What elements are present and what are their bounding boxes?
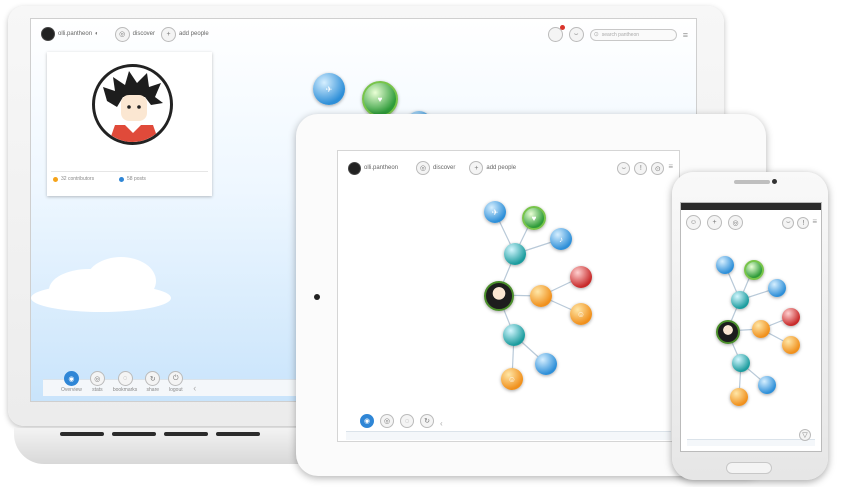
phone-camera	[772, 179, 777, 184]
bubble-node[interactable]: ☺	[570, 303, 592, 325]
bubble-node[interactable]	[768, 279, 786, 297]
add-people-icon: +	[161, 26, 176, 42]
nav-stats-label: stats	[92, 387, 103, 393]
phone-home-button[interactable]	[726, 462, 772, 474]
laptop-topbar-right: ⌣ ⊙ search pantheon ≡	[547, 25, 688, 42]
home-icon: ◉	[63, 371, 79, 386]
bubble-node[interactable]: ♪	[550, 228, 572, 250]
user-avatar-icon	[41, 27, 55, 41]
home-icon[interactable]: ◉	[360, 414, 374, 428]
laptop-foot	[164, 432, 208, 436]
profile-card: 32 contributors 58 posts	[47, 52, 212, 196]
discover-icon: ◎	[114, 26, 130, 42]
bookmark-icon: ◌	[117, 371, 133, 386]
stats-icon: ◎	[89, 371, 105, 386]
share-icon: ↻	[145, 371, 161, 386]
chevron-down-icon: ◐	[95, 31, 99, 37]
nav-bookmarks[interactable]: ◌ bookmarks	[113, 371, 137, 393]
bottom-bar-bg	[687, 439, 815, 446]
stat-contributors-label: 32 contributors	[61, 176, 95, 182]
username-label: olli.pantheon	[58, 31, 93, 37]
nav-share-label: share	[146, 387, 160, 393]
user-center-node[interactable]	[484, 281, 514, 311]
bubble-node[interactable]	[752, 320, 770, 338]
bubble-node[interactable]: ☺	[501, 368, 523, 390]
profile-avatar	[92, 64, 173, 145]
menu-icon[interactable]: ≡	[683, 30, 688, 40]
nav-bookmarks-label: bookmarks	[112, 387, 138, 393]
bookmark-icon[interactable]: ◌	[400, 414, 414, 428]
filter-icon[interactable]: ▽	[799, 429, 811, 441]
bubble-node[interactable]	[782, 336, 800, 354]
stat-posts: 58 posts	[119, 176, 146, 182]
cloud	[31, 284, 171, 312]
bubble-node[interactable]	[732, 354, 750, 372]
bubble-node[interactable]	[503, 324, 525, 346]
laptop-foot	[112, 432, 156, 436]
bubble-node[interactable]	[530, 285, 552, 307]
search-box[interactable]: ⊙ search pantheon	[589, 28, 677, 41]
phone-speaker	[734, 180, 770, 184]
share-icon[interactable]: ↻	[420, 414, 434, 428]
bubble-node[interactable]: ✈	[484, 201, 506, 223]
add-people-label: add people	[179, 31, 209, 37]
discover-button[interactable]: ◎ discover	[114, 26, 155, 42]
tablet-camera	[314, 294, 320, 300]
notification-icon[interactable]	[547, 25, 565, 42]
back-arrow-icon[interactable]: ‹	[440, 419, 443, 428]
back-arrow-icon[interactable]: ‹	[193, 383, 196, 393]
blue-dot-icon	[119, 176, 124, 182]
user-menu[interactable]: olli.pantheon ◐	[41, 27, 99, 41]
nav-overview[interactable]: ◉ Overview	[61, 371, 82, 393]
tablet-bottom-nav: ◉ ◎ ◌ ↻ ‹	[360, 414, 443, 428]
search-icon: ⊙	[593, 32, 599, 38]
bubble-graph-links	[724, 264, 792, 398]
notification-badge	[559, 25, 565, 30]
bubble-node[interactable]	[504, 243, 526, 265]
stat-contributors: 32 contributors	[53, 176, 94, 182]
nav-logout-label: logout	[168, 387, 183, 393]
card-divider	[51, 171, 208, 172]
bubble-node[interactable]	[535, 353, 557, 375]
bubble-node[interactable]: ♥	[362, 81, 398, 117]
bubble-node[interactable]: ♥	[522, 206, 546, 230]
user-center-node[interactable]	[716, 320, 740, 344]
bubble-node[interactable]	[716, 256, 734, 274]
bubble-node[interactable]	[744, 260, 764, 280]
bubble-node[interactable]	[758, 376, 776, 394]
orange-dot-icon	[53, 176, 58, 182]
nav-share[interactable]: ↻ share	[145, 371, 161, 393]
power-icon: ⏻	[168, 371, 184, 386]
bubble-node[interactable]	[782, 308, 800, 326]
stats-icon[interactable]: ◎	[380, 414, 394, 428]
bubble-node[interactable]	[730, 388, 748, 406]
phone-screen: ☺ + ◎ ⌣ ! ≡ ▽	[680, 202, 822, 452]
discover-label: discover	[132, 31, 155, 37]
laptop-bottom-nav: ◉ Overview ◎ stats ◌ bookmarks ↻ share ⏻…	[61, 371, 196, 393]
bubble-node[interactable]: ✈	[313, 73, 345, 105]
bottom-bar-bg	[346, 431, 671, 440]
nav-stats[interactable]: ◎ stats	[89, 371, 105, 393]
avatar-illustration-icon	[103, 71, 163, 142]
nav-logout[interactable]: ⏻ logout	[168, 371, 184, 393]
tablet-screen: olli.pantheon ◎ discover + add people ⌣ …	[337, 150, 680, 442]
bubble-node[interactable]	[731, 291, 749, 309]
laptop-foot	[60, 432, 104, 436]
laptop-foot	[216, 432, 260, 436]
stat-posts-label: 58 posts	[127, 176, 146, 182]
nav-overview-label: Overview	[61, 387, 82, 393]
add-people-button[interactable]: + add people	[161, 26, 209, 42]
bubble-node[interactable]	[570, 266, 592, 288]
search-placeholder: search pantheon	[601, 31, 640, 38]
chat-icon[interactable]: ⌣	[568, 27, 584, 42]
